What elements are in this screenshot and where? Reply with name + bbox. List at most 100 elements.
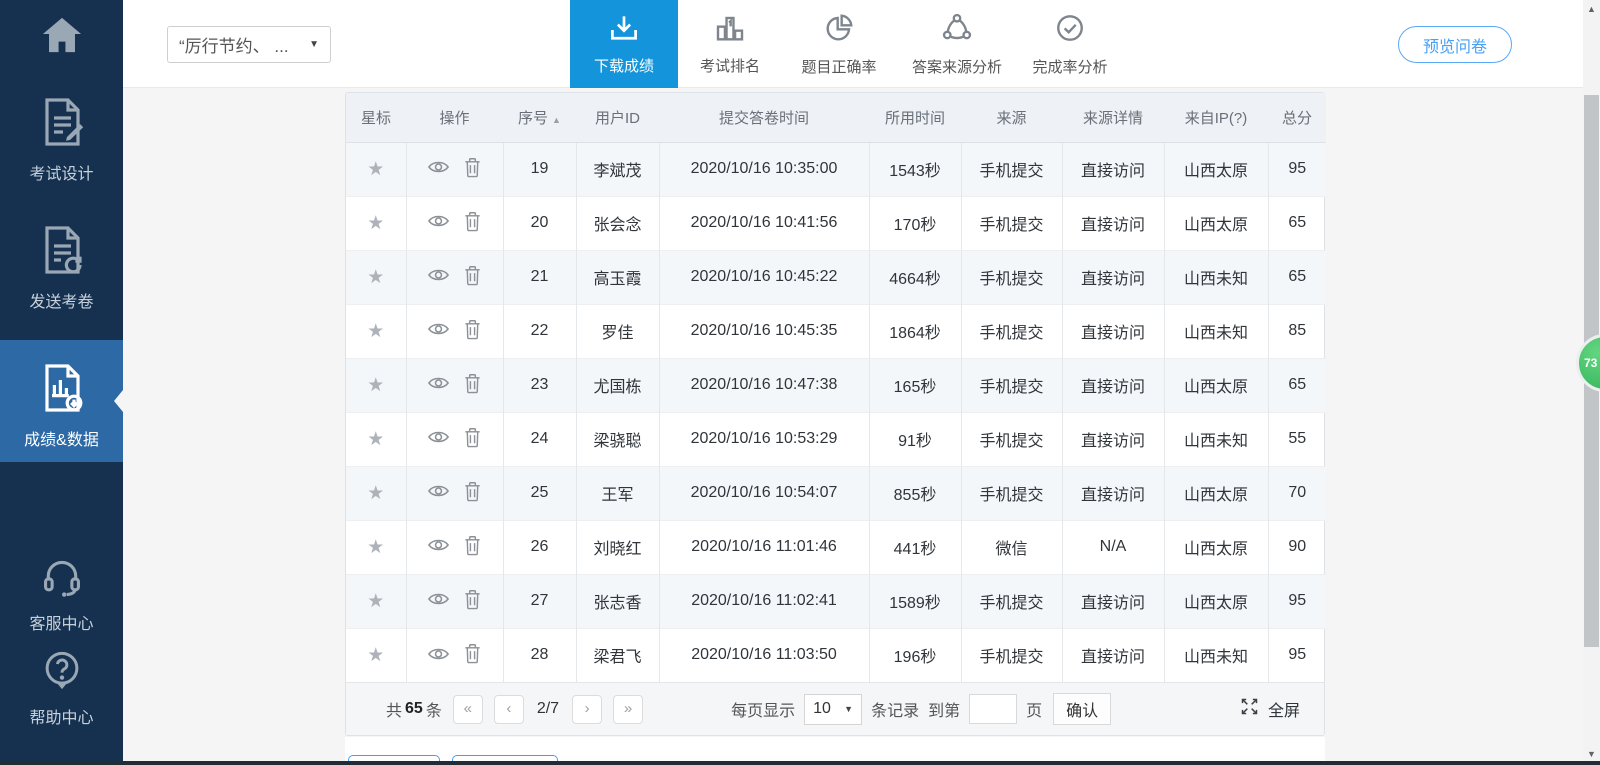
cell-submit-time: 2020/10/16 11:01:46 [659,520,869,574]
delete-row-icon[interactable] [463,481,482,502]
cell-source: 手机提交 [961,142,1062,196]
cell-submit-time: 2020/10/16 10:45:22 [659,250,869,304]
last-page-button[interactable]: » [613,695,643,724]
caret-down-icon: ▼ [844,704,853,714]
delete-row-icon[interactable] [463,211,482,232]
cell-user-id: 罗佳 [576,304,659,358]
star-icon[interactable]: ★ [367,321,384,342]
scroll-down-arrow-icon[interactable]: ▼ [1583,749,1600,759]
star-icon[interactable]: ★ [367,537,384,558]
sidebar-item-service-center[interactable]: 客服中心 [0,556,123,634]
table-body: ★ [346,142,1326,682]
cell-submit-time: 2020/10/16 10:53:29 [659,412,869,466]
tab-download-scores[interactable]: 下载成绩 [570,0,678,88]
preview-questionnaire-button[interactable]: 预览问卷 [1398,26,1512,63]
star-icon[interactable]: ★ [367,591,384,612]
share-network-icon [940,12,974,48]
view-answer-icon[interactable] [427,320,450,338]
download-icon [607,13,641,47]
sidebar-item-send-exam[interactable]: 发送考卷 [0,224,123,312]
column-header-seq[interactable]: 序号▲ [503,93,576,142]
cell-score: 55 [1268,412,1326,466]
table-row: ★ [346,466,1326,520]
delete-row-icon[interactable] [463,319,482,340]
sort-asc-icon: ▲ [552,115,561,125]
tab-exam-ranking[interactable]: 考试排名 [678,0,782,88]
cell-ip: 山西未知 [1164,628,1268,682]
view-answer-icon[interactable] [427,645,450,663]
survey-selector-dropdown[interactable]: “厉行节约、 ... ▼ [167,26,331,63]
home-icon [0,14,123,61]
tab-question-accuracy[interactable]: 题目正确率 [782,0,896,88]
sidebar-item-help-center[interactable]: 帮助中心 [0,648,123,728]
cell-user-id: 梁君飞 [576,628,659,682]
delete-row-icon[interactable] [463,427,482,448]
cell-score: 95 [1268,574,1326,628]
floating-score-badge[interactable]: 73 [1576,334,1600,392]
cell-source-detail: 直接访问 [1062,142,1164,196]
cell-ip: 山西未知 [1164,412,1268,466]
column-header-submit-time: 提交答卷时间 [659,93,869,142]
goto-page-suffix: 页 [1026,697,1042,721]
pagination-bar: 共 65 条 « ‹ 2/7 › » 每页显示 10 ▼ 条记录 到第 页 确认 [346,682,1324,735]
cell-source: 手机提交 [961,412,1062,466]
view-answer-icon[interactable] [427,158,450,176]
sidebar-item-label: 发送考卷 [29,294,93,311]
active-item-notch [114,390,123,412]
delete-row-icon[interactable] [463,265,482,286]
goto-page-input[interactable] [969,694,1017,724]
cell-source-detail: 直接访问 [1062,304,1164,358]
delete-row-icon[interactable] [463,643,482,664]
cell-ip: 山西太原 [1164,574,1268,628]
document-edit-icon [0,96,123,153]
cell-seq: 21 [503,250,576,304]
delete-row-icon[interactable] [463,535,482,556]
delete-row-icon[interactable] [463,589,482,610]
star-icon[interactable]: ★ [367,429,384,450]
cell-score: 65 [1268,358,1326,412]
cell-duration: 4664秒 [869,250,961,304]
delete-row-icon[interactable] [463,373,482,394]
view-answer-icon[interactable] [427,266,450,284]
goto-page-label: 到第 [928,697,960,721]
star-icon[interactable]: ★ [367,645,384,666]
confirm-page-button[interactable]: 确认 [1053,693,1111,725]
view-answer-icon[interactable] [427,590,450,608]
check-circle-icon [1054,12,1086,48]
star-icon[interactable]: ★ [367,375,384,396]
table-row: ★ [346,412,1326,466]
cell-ip: 山西未知 [1164,250,1268,304]
sidebar-item-exam-design[interactable]: 考试设计 [0,96,123,184]
view-answer-icon[interactable] [427,536,450,554]
star-icon[interactable]: ★ [367,483,384,504]
fullscreen-toggle[interactable]: 全屏 [1239,696,1300,722]
first-page-button[interactable]: « [453,695,483,724]
cell-ip: 山西太原 [1164,466,1268,520]
tab-completion-rate-analysis[interactable]: 完成率分析 [1018,0,1122,88]
per-page-select[interactable]: 10 ▼ [804,694,862,725]
cell-duration: 170秒 [869,196,961,250]
view-answer-icon[interactable] [427,428,450,446]
sidebar-item-home[interactable] [0,14,123,68]
cell-score: 95 [1268,142,1326,196]
cell-source-detail: 直接访问 [1062,412,1164,466]
star-icon[interactable]: ★ [367,159,384,180]
star-icon[interactable]: ★ [367,213,384,234]
scroll-up-arrow-icon[interactable]: ▲ [1583,4,1600,14]
prev-page-button[interactable]: ‹ [494,695,524,724]
tab-answer-source-analysis[interactable]: 答案来源分析 [896,0,1018,88]
view-answer-icon[interactable] [427,212,450,230]
cell-seq: 23 [503,358,576,412]
view-answer-icon[interactable] [427,374,450,392]
view-answer-icon[interactable] [427,482,450,500]
delete-row-icon[interactable] [463,157,482,178]
table-row: ★ [346,628,1326,682]
sidebar-item-scores-data[interactable]: 成绩&数据 [0,340,123,462]
cell-duration: 165秒 [869,358,961,412]
cell-submit-time: 2020/10/16 10:45:35 [659,304,869,358]
table-row: ★ [346,304,1326,358]
column-header-source: 来源 [961,93,1062,142]
next-page-button[interactable]: › [572,695,602,724]
cell-score: 85 [1268,304,1326,358]
star-icon[interactable]: ★ [367,267,384,288]
